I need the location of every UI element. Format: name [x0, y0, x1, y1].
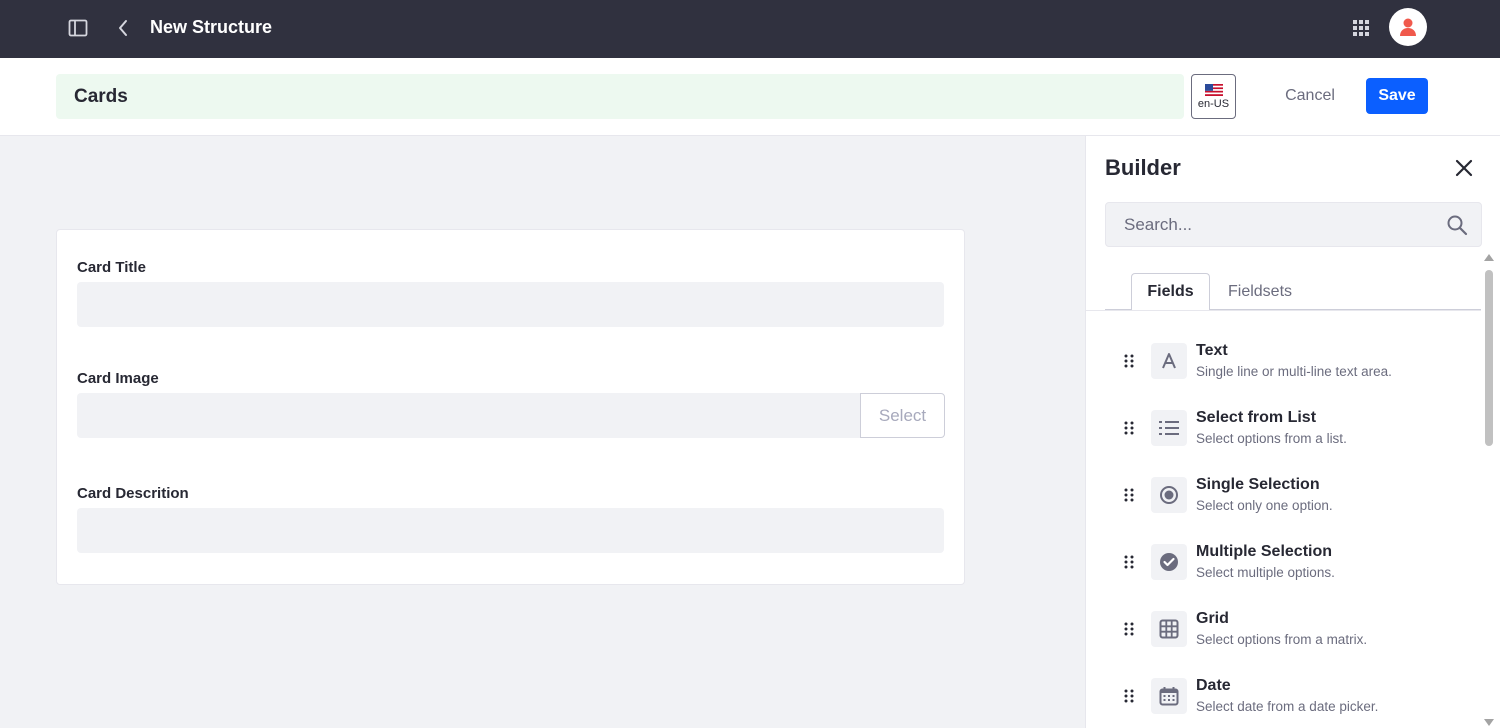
scrollbar-thumb[interactable]	[1485, 270, 1493, 446]
field-type-description: Select options from a list.	[1196, 431, 1347, 446]
card-title-field[interactable]	[77, 282, 944, 327]
builder-panel: Builder Fields Fieldsets Text Single lin…	[1085, 136, 1500, 728]
apps-grid-icon[interactable]	[1346, 13, 1376, 43]
field-type-name: Single Selection	[1196, 476, 1320, 493]
field-type-description: Select options from a matrix.	[1196, 632, 1368, 647]
language-selector-button[interactable]: en-US	[1191, 74, 1236, 119]
field-type-single-selection[interactable]: Single Selection Select only one option.	[1086, 470, 1481, 530]
drag-handle-icon[interactable]	[1122, 486, 1136, 504]
user-icon	[1400, 18, 1416, 36]
list-icon	[1151, 410, 1187, 446]
drag-handle-icon[interactable]	[1122, 687, 1136, 705]
drag-handle-icon[interactable]	[1122, 352, 1136, 370]
field-type-description: Select only one option.	[1196, 498, 1333, 513]
builder-search	[1105, 202, 1482, 247]
drag-handle-icon[interactable]	[1122, 419, 1136, 437]
scroll-up-arrow-icon[interactable]	[1483, 252, 1495, 264]
grid-icon	[1151, 611, 1187, 647]
radio-icon	[1151, 477, 1187, 513]
field-label-card-image: Card Image	[77, 370, 159, 387]
structure-header: en-US Cancel Save	[0, 58, 1500, 136]
language-code: en-US	[1197, 97, 1230, 110]
calendar-icon	[1151, 678, 1187, 714]
field-type-name: Text	[1196, 342, 1228, 359]
tab-fieldsets[interactable]: Fieldsets	[1210, 273, 1310, 310]
field-type-text[interactable]: Text Single line or multi-line text area…	[1086, 336, 1481, 396]
chevron-left-icon[interactable]	[110, 14, 136, 42]
field-type-date[interactable]: Date Select date from a date picker.	[1086, 671, 1481, 728]
card-image-field[interactable]	[77, 393, 861, 438]
tab-fields[interactable]: Fields	[1131, 273, 1210, 311]
field-type-name: Grid	[1196, 610, 1229, 627]
page-title: New Structure	[150, 17, 273, 37]
field-type-name: Multiple Selection	[1196, 543, 1333, 560]
form-preview-card: Card Title Card Image Select Card Descri…	[56, 229, 965, 585]
field-type-description: Select date from a date picker.	[1196, 699, 1379, 714]
search-icon[interactable]	[1446, 214, 1468, 236]
field-type-description: Select multiple options.	[1196, 565, 1335, 580]
field-type-name: Select from List	[1196, 409, 1317, 426]
drag-handle-icon[interactable]	[1122, 553, 1136, 571]
builder-title: Builder	[1105, 155, 1181, 180]
us-flag-icon	[1204, 83, 1223, 96]
structure-name-input[interactable]	[56, 74, 1184, 119]
field-label-card-description: Card Descrition	[77, 485, 189, 502]
builder-scrollbar[interactable]	[1483, 252, 1495, 728]
cancel-button[interactable]: Cancel	[1276, 78, 1344, 114]
check-circle-icon	[1151, 544, 1187, 580]
field-type-multiple-selection[interactable]: Multiple Selection Select multiple optio…	[1086, 537, 1481, 597]
card-description-field[interactable]	[77, 508, 944, 553]
field-type-grid[interactable]: Grid Select options from a matrix.	[1086, 604, 1481, 664]
scroll-down-arrow-icon[interactable]	[1483, 716, 1495, 728]
search-input[interactable]	[1106, 203, 1436, 246]
field-type-description: Single line or multi-line text area.	[1196, 364, 1392, 379]
top-navigation-bar: New Structure	[0, 0, 1500, 58]
text-icon	[1151, 343, 1187, 379]
save-button[interactable]: Save	[1366, 78, 1428, 114]
close-icon[interactable]	[1450, 154, 1478, 182]
divider	[1086, 310, 1481, 311]
drag-handle-icon[interactable]	[1122, 620, 1136, 638]
field-label-card-title: Card Title	[77, 259, 146, 276]
avatar[interactable]	[1389, 8, 1427, 46]
field-type-select-from-list[interactable]: Select from List Select options from a l…	[1086, 403, 1481, 463]
builder-tabs: Fields Fieldsets	[1105, 273, 1481, 311]
select-image-button[interactable]: Select	[860, 393, 945, 438]
field-type-name: Date	[1196, 677, 1231, 694]
sidebar-toggle-icon[interactable]	[64, 14, 92, 42]
